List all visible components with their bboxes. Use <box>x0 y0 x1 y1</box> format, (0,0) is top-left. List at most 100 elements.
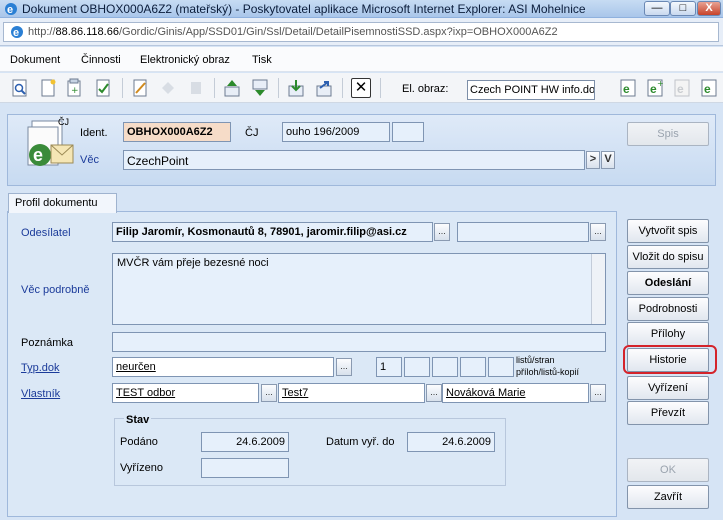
vyrizeno-label: Vyřízeno <box>120 462 164 474</box>
svg-text:+: + <box>71 86 79 96</box>
vec-podrobne-textarea[interactable]: MVČR vám přeje bezesné noci <box>112 253 606 325</box>
new-document-icon[interactable] <box>38 78 58 98</box>
datum-vyr-field[interactable]: 24.6.2009 <box>407 432 495 452</box>
poznamka-label: Poznámka <box>21 337 73 349</box>
listu-field-5[interactable] <box>488 357 514 377</box>
vec-field[interactable]: CzechPoint <box>123 150 585 170</box>
url-field[interactable]: e http://88.86.118.66/Gordic/Ginis/App/S… <box>3 22 719 42</box>
poznamka-field[interactable] <box>112 332 606 352</box>
svg-text:e: e <box>650 82 657 96</box>
menu-dokument[interactable]: Dokument <box>10 54 60 66</box>
listu-stran-field[interactable]: 1 <box>376 357 402 377</box>
menu-tisk[interactable]: Tisk <box>252 54 272 66</box>
toolbar-separator <box>278 78 279 98</box>
add-document-icon[interactable]: + <box>64 78 84 98</box>
ident-field[interactable]: OBHOX000A6Z2 <box>123 122 231 142</box>
disabled-tool-icon-2 <box>191 82 201 94</box>
import-icon[interactable] <box>286 78 306 98</box>
tab-profil-dokumentu[interactable]: Profil dokumentu <box>8 193 117 213</box>
odesilatel-browse-button[interactable]: ... <box>434 223 450 241</box>
listu-field-3[interactable] <box>432 357 458 377</box>
vlastnik-odbor-browse-button[interactable]: ... <box>261 384 277 402</box>
podano-label: Podáno <box>120 436 158 448</box>
toolbar-separator <box>380 78 381 98</box>
cancel-x-icon[interactable]: ✕ <box>351 78 371 98</box>
document-type-icon: e <box>27 120 74 166</box>
svg-text:e: e <box>623 82 630 96</box>
odesilatel-label: Odesílatel <box>21 227 71 239</box>
prevzit-button[interactable]: Převzít <box>627 401 709 425</box>
preview-icon[interactable] <box>10 78 30 98</box>
ie-edit-icon[interactable]: e <box>699 78 719 98</box>
menu-cinnosti[interactable]: Činnosti <box>81 54 121 66</box>
zavrit-button[interactable]: Zavřít <box>627 485 709 509</box>
vlastnik-odbor-field[interactable]: TEST odbor <box>112 383 259 403</box>
vlastnik-misto-browse-button[interactable]: ... <box>426 384 442 402</box>
textarea-scrollbar[interactable] <box>591 254 605 324</box>
podrobnosti-button[interactable]: Podrobnosti <box>627 297 709 321</box>
svg-text:+: + <box>657 79 664 88</box>
svg-text:e: e <box>13 27 19 39</box>
ie-open-icon[interactable]: e <box>618 78 638 98</box>
menu-bar: Dokument Činnosti Elektronický obraz Tis… <box>0 47 723 72</box>
prilohy-button[interactable]: Přílohy <box>627 322 709 346</box>
cj-badge: ČJ <box>58 117 69 127</box>
vyrizeno-field[interactable] <box>201 458 289 478</box>
odesilatel-field[interactable]: Filip Jaromír, Kosmonautů 8, 78901, jaro… <box>112 222 433 242</box>
ident-label: Ident. <box>80 127 108 139</box>
stav-group <box>114 418 506 486</box>
toolbar: + ✕ El. obraz: e e + e e <box>0 73 723 103</box>
toolbar-separator <box>342 78 343 98</box>
close-window-button[interactable]: X <box>697 1 721 16</box>
edit-icon[interactable] <box>130 78 150 98</box>
listu-stran-label: listů/stran <box>516 355 555 365</box>
vlastnik-osoba-browse-button[interactable]: ... <box>590 384 606 402</box>
historie-button[interactable]: Historie <box>627 348 709 372</box>
move-up-icon[interactable] <box>222 78 242 98</box>
typ-dok-link[interactable]: Typ.dok <box>21 362 60 374</box>
spis-button[interactable]: Spis <box>627 122 709 146</box>
ie-disabled-icon: e <box>674 79 690 97</box>
vec-v-button[interactable]: V <box>601 151 615 169</box>
cj-label: ČJ <box>245 127 259 139</box>
svg-text:e: e <box>704 82 711 96</box>
toolbar-separator <box>214 78 215 98</box>
vec-next-button[interactable]: > <box>586 151 600 169</box>
vlozit-do-spisu-button[interactable]: Vložit do spisu <box>627 245 709 269</box>
maximize-button[interactable]: □ <box>670 1 696 16</box>
cj-field[interactable]: ouho 196/2009 <box>282 122 390 142</box>
typ-dok-field[interactable]: neurčen <box>112 357 334 377</box>
svg-text:e: e <box>677 82 684 96</box>
ie-add-icon[interactable]: e + <box>645 78 665 98</box>
vlastnik-misto-field[interactable]: Test7 <box>278 383 425 403</box>
priloh-listu-label: příloh/listů-kopií <box>516 367 580 377</box>
move-down-icon[interactable] <box>250 78 270 98</box>
el-obraz-label: El. obraz: <box>402 83 449 95</box>
confirm-document-icon[interactable] <box>93 78 113 98</box>
vlastnik-osoba-field[interactable]: Nováková Marie <box>442 383 589 403</box>
url-host: 88.86.118.66 <box>55 26 119 38</box>
listu-field-2[interactable] <box>404 357 430 377</box>
stav-title: Stav <box>124 414 152 426</box>
listu-field-4[interactable] <box>460 357 486 377</box>
odeslani-button[interactable]: Odeslání <box>627 271 709 295</box>
toolbar-separator <box>122 78 123 98</box>
vlastnik-link[interactable]: Vlastník <box>21 388 60 400</box>
odesilatel-extra-browse-button[interactable]: ... <box>590 223 606 241</box>
window-title: Dokument OBHOX000A6Z2 (mateřský) - Posky… <box>22 2 586 16</box>
svg-text:e: e <box>33 145 43 165</box>
odesilatel-extra-field[interactable] <box>457 222 589 242</box>
ok-button[interactable]: OK <box>627 458 709 482</box>
podano-field[interactable]: 24.6.2009 <box>201 432 289 452</box>
menu-elektronicky-obraz[interactable]: Elektronický obraz <box>140 54 230 66</box>
vytvorit-spis-button[interactable]: Vytvořit spis <box>627 219 709 243</box>
svg-text:e: e <box>7 4 13 16</box>
export-icon[interactable] <box>314 78 334 98</box>
vyrizeni-button[interactable]: Vyřízení <box>627 376 709 400</box>
vec-label: Věc <box>80 154 99 166</box>
typ-dok-browse-button[interactable]: ... <box>336 358 352 376</box>
minimize-button[interactable]: — <box>644 1 670 16</box>
address-bar: e http://88.86.118.66/Gordic/Ginis/App/S… <box>0 18 723 46</box>
el-obraz-field[interactable]: Czech POINT HW info.doc <box>467 80 595 100</box>
cj-suffix-field[interactable] <box>392 122 424 142</box>
